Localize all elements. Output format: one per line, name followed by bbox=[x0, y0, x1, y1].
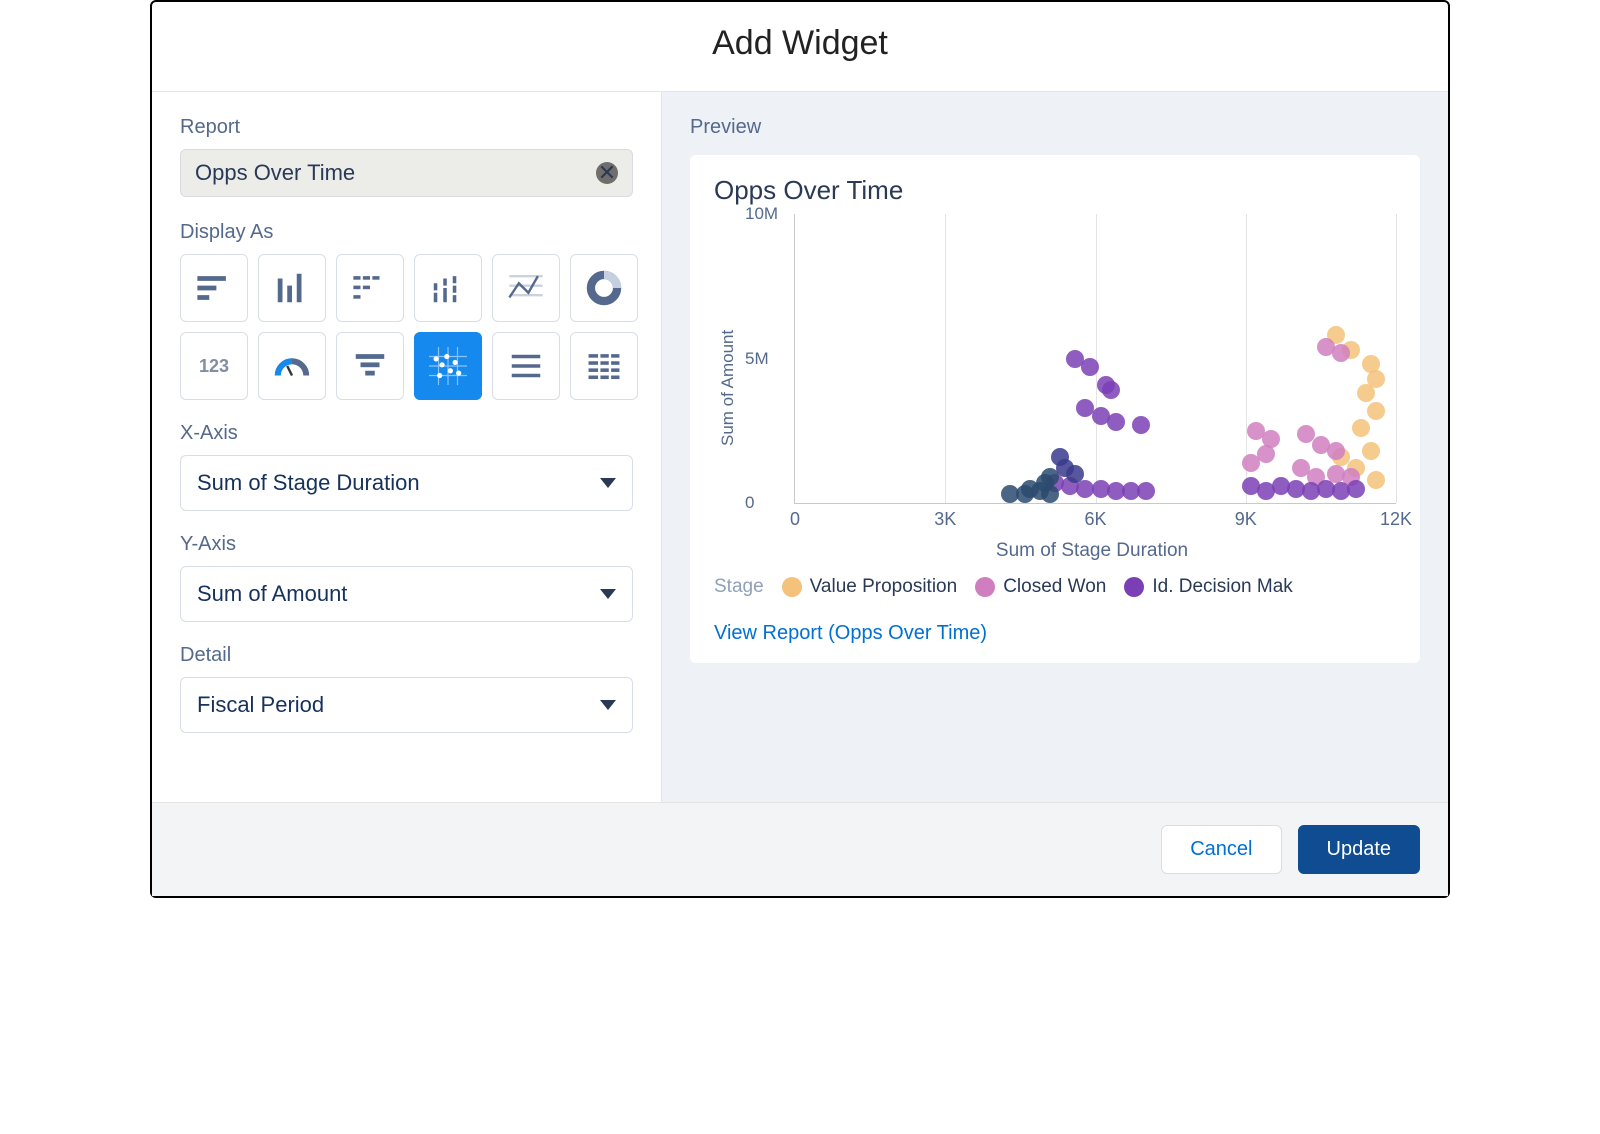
x-tick-label: 9K bbox=[1235, 509, 1257, 530]
report-value: Opps Over Time bbox=[195, 160, 355, 186]
chart-type-gauge[interactable] bbox=[258, 332, 326, 400]
scatter-point bbox=[1352, 419, 1370, 437]
chart-type-funnel[interactable] bbox=[336, 332, 404, 400]
detail-value: Fiscal Period bbox=[197, 692, 324, 718]
legend-title: Stage bbox=[714, 576, 764, 598]
chart-type-donut[interactable] bbox=[570, 254, 638, 322]
preview-panel: Preview Opps Over Time Sum of Amount 05M… bbox=[662, 92, 1448, 802]
config-panel: Report Opps Over Time ✕ Display As bbox=[152, 92, 662, 802]
x-tick-label: 12K bbox=[1380, 509, 1412, 530]
chart-type-metric[interactable]: 123 bbox=[180, 332, 248, 400]
yaxis-value: Sum of Amount bbox=[197, 581, 347, 607]
x-tick-label: 3K bbox=[934, 509, 956, 530]
detail-label: Detail bbox=[180, 644, 633, 667]
scatter-point bbox=[1102, 381, 1120, 399]
chart-xlabel: Sum of Stage Duration bbox=[788, 540, 1396, 562]
scatter-point bbox=[1066, 465, 1084, 483]
legend-swatch-icon bbox=[975, 577, 995, 597]
caret-down-icon bbox=[600, 700, 616, 710]
chart-type-scatter[interactable] bbox=[414, 332, 482, 400]
modal-title: Add Widget bbox=[152, 2, 1448, 92]
xaxis-value: Sum of Stage Duration bbox=[197, 470, 420, 496]
y-tick-label: 10M bbox=[745, 204, 778, 224]
detail-select[interactable]: Fiscal Period bbox=[180, 677, 633, 733]
yaxis-label: Y-Axis bbox=[180, 533, 633, 556]
report-input[interactable]: Opps Over Time ✕ bbox=[180, 149, 633, 197]
preview-card: Opps Over Time Sum of Amount 05M10M03K6K… bbox=[690, 155, 1420, 663]
clear-report-icon[interactable]: ✕ bbox=[596, 162, 618, 184]
legend-item: Id. Decision Mak bbox=[1124, 576, 1292, 598]
scatter-point bbox=[1242, 454, 1260, 472]
chart-title: Opps Over Time bbox=[714, 175, 1396, 206]
report-label: Report bbox=[180, 116, 633, 139]
update-button[interactable]: Update bbox=[1298, 825, 1421, 874]
chart-ylabel: Sum of Amount bbox=[714, 214, 738, 562]
legend-swatch-icon bbox=[1124, 577, 1144, 597]
view-report-link[interactable]: View Report (Opps Over Time) bbox=[714, 622, 1396, 645]
chart-type-vertical-bar[interactable] bbox=[258, 254, 326, 322]
display-as-grid: 123 bbox=[180, 254, 633, 400]
scatter-point bbox=[1137, 482, 1155, 500]
add-widget-modal: Add Widget Report Opps Over Time ✕ Displ… bbox=[150, 0, 1450, 898]
xaxis-select[interactable]: Sum of Stage Duration bbox=[180, 455, 633, 511]
chart-type-horizontal-bar[interactable] bbox=[180, 254, 248, 322]
yaxis-select[interactable]: Sum of Amount bbox=[180, 566, 633, 622]
scatter-point bbox=[1347, 480, 1365, 498]
preview-label: Preview bbox=[690, 116, 1420, 139]
chart-type-stacked-vbar[interactable] bbox=[414, 254, 482, 322]
chart-legend: Stage Value Proposition Closed Won Id. D… bbox=[714, 576, 1396, 598]
xaxis-label: X-Axis bbox=[180, 422, 633, 445]
scatter-point bbox=[1332, 344, 1350, 362]
scatter-point bbox=[1357, 384, 1375, 402]
modal-footer: Cancel Update bbox=[152, 802, 1448, 896]
scatter-point bbox=[1367, 471, 1385, 489]
x-tick-label: 0 bbox=[790, 509, 800, 530]
y-tick-label: 5M bbox=[745, 349, 769, 369]
scatter-point bbox=[1107, 413, 1125, 431]
scatter-point bbox=[1081, 358, 1099, 376]
legend-item: Closed Won bbox=[975, 576, 1106, 598]
chart-type-line[interactable] bbox=[492, 254, 560, 322]
chart-type-stacked-hbar[interactable] bbox=[336, 254, 404, 322]
chart-type-table[interactable] bbox=[570, 332, 638, 400]
scatter-point bbox=[1327, 442, 1345, 460]
scatter-plot-area: 05M10M03K6K9K12K bbox=[794, 214, 1396, 504]
scatter-point bbox=[1041, 485, 1059, 503]
y-tick-label: 0 bbox=[745, 493, 754, 513]
display-as-label: Display As bbox=[180, 221, 633, 244]
caret-down-icon bbox=[600, 589, 616, 599]
scatter-point bbox=[1367, 402, 1385, 420]
caret-down-icon bbox=[600, 478, 616, 488]
legend-swatch-icon bbox=[782, 577, 802, 597]
chart-type-table-light[interactable] bbox=[492, 332, 560, 400]
x-tick-label: 6K bbox=[1084, 509, 1106, 530]
cancel-button[interactable]: Cancel bbox=[1161, 825, 1281, 874]
scatter-point bbox=[1362, 442, 1380, 460]
scatter-point bbox=[1132, 416, 1150, 434]
legend-item: Value Proposition bbox=[782, 576, 958, 598]
